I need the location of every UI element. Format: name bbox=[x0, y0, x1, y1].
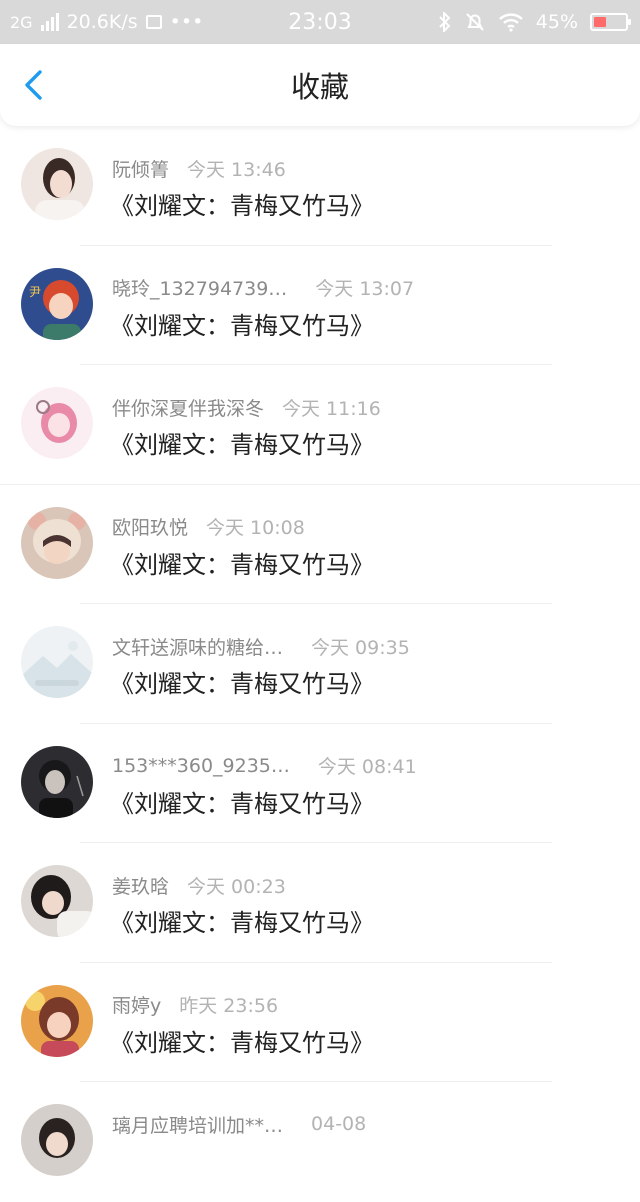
item-content[interactable]: 《刘耀文：青梅又竹马》 bbox=[110, 784, 374, 819]
item-meta: 伴你深夏伴我深冬 今天 11:16 bbox=[112, 394, 381, 421]
item-time: 今天 13:46 bbox=[187, 158, 286, 181]
avatar[interactable] bbox=[21, 745, 93, 818]
user-name[interactable]: 153***360_9235… bbox=[112, 755, 290, 777]
item-meta: 雨婷y 昨天 23:56 bbox=[112, 993, 278, 1017]
avatar[interactable] bbox=[21, 984, 93, 1057]
favorites-list: 阮倾箐 今天 13:46 《刘耀文：青梅又竹马》 尹 晓玲_132794739…… bbox=[0, 126, 640, 1202]
item-content[interactable]: 《刘耀文：青梅又竹马》 bbox=[110, 425, 374, 460]
list-item[interactable]: 伴你深夏伴我深冬 今天 11:16 《刘耀文：青梅又竹马》 bbox=[0, 365, 640, 485]
list-item[interactable]: 璃月应聘培训加**… 04-08 bbox=[0, 1082, 640, 1202]
user-name[interactable]: 欧阳玖悦 bbox=[112, 513, 188, 540]
user-name[interactable]: 姜玖晗 bbox=[112, 872, 169, 899]
list-item[interactable]: 欧阳玖悦 今天 10:08 《刘耀文：青梅又竹马》 bbox=[0, 485, 640, 604]
list-item[interactable]: 阮倾箐 今天 13:46 《刘耀文：青梅又竹马》 bbox=[0, 126, 640, 246]
item-time: 今天 08:41 bbox=[317, 756, 417, 778]
user-name[interactable]: 阮倾箐 bbox=[112, 155, 169, 182]
item-meta: 姜玖晗 今天 00:23 bbox=[112, 872, 286, 899]
list-item[interactable]: 雨婷y 昨天 23:56 《刘耀文：青梅又竹马》 bbox=[0, 963, 640, 1082]
nav-header: 收藏 bbox=[0, 44, 640, 126]
item-time: 今天 13:07 bbox=[315, 278, 415, 300]
item-content[interactable]: 《刘耀文：青梅又竹马》 bbox=[110, 664, 374, 699]
item-meta: 欧阳玖悦 今天 10:08 bbox=[112, 515, 305, 539]
item-time: 昨天 23:56 bbox=[179, 995, 279, 1017]
item-time: 今天 00:23 bbox=[187, 875, 286, 898]
status-bar: 2G 20.6K/s ••• 23:03 45% bbox=[0, 0, 640, 44]
item-time: 今天 10:08 bbox=[206, 517, 305, 539]
user-name[interactable]: 晓玲_132794739… bbox=[112, 274, 287, 301]
back-button[interactable] bbox=[18, 68, 52, 102]
item-time: 04-08 bbox=[311, 1113, 367, 1135]
item-meta: 晓玲_132794739… 今天 13:07 bbox=[112, 276, 414, 300]
avatar[interactable] bbox=[21, 148, 93, 220]
item-content[interactable]: 《刘耀文：青梅又竹马》 bbox=[110, 545, 374, 580]
battery-percent: 45% bbox=[535, 11, 578, 33]
list-item[interactable]: 文轩送源味的糖给… 今天 09:35 《刘耀文：青梅又竹马》 bbox=[0, 604, 640, 724]
avatar[interactable] bbox=[21, 506, 93, 579]
user-name[interactable]: 伴你深夏伴我深冬 bbox=[112, 394, 264, 421]
user-name[interactable]: 璃月应聘培训加**… bbox=[112, 1111, 283, 1138]
status-right: 45% bbox=[438, 0, 631, 44]
item-meta: 153***360_9235… 今天 08:41 bbox=[112, 754, 417, 779]
list-item[interactable]: 尹 晓玲_132794739… 今天 13:07 《刘耀文：青梅又竹马》 bbox=[0, 246, 640, 365]
item-content[interactable]: 《刘耀文：青梅又竹马》 bbox=[110, 903, 374, 938]
bluetooth-icon bbox=[439, 12, 451, 32]
item-meta: 文轩送源味的糖给… 今天 09:35 bbox=[112, 633, 410, 660]
item-meta: 璃月应聘培训加**… 04-08 bbox=[112, 1111, 367, 1138]
item-meta: 阮倾箐 今天 13:46 bbox=[112, 155, 286, 182]
item-time: 今天 09:35 bbox=[311, 636, 410, 659]
battery-icon bbox=[590, 13, 631, 31]
item-content[interactable]: 《刘耀文：青梅又竹马》 bbox=[110, 1023, 374, 1058]
avatar[interactable] bbox=[21, 1104, 93, 1176]
user-name[interactable]: 雨婷y bbox=[112, 991, 161, 1018]
list-item[interactable]: 姜玖晗 今天 00:23 《刘耀文：青梅又竹马》 bbox=[0, 843, 640, 963]
user-name[interactable]: 文轩送源味的糖给… bbox=[112, 633, 283, 660]
mute-bell-icon bbox=[466, 13, 484, 31]
svg-text:尹: 尹 bbox=[29, 285, 41, 299]
avatar[interactable] bbox=[21, 865, 93, 937]
list-item[interactable]: 153***360_9235… 今天 08:41 《刘耀文：青梅又竹马》 bbox=[0, 724, 640, 843]
wifi-icon bbox=[498, 13, 523, 32]
avatar[interactable]: 尹 bbox=[21, 267, 93, 340]
item-content[interactable]: 《刘耀文：青梅又竹马》 bbox=[110, 306, 374, 341]
avatar[interactable] bbox=[21, 626, 93, 698]
item-time: 今天 11:16 bbox=[282, 397, 381, 420]
avatar[interactable] bbox=[21, 387, 93, 459]
item-content[interactable]: 《刘耀文：青梅又竹马》 bbox=[110, 186, 374, 221]
page-title: 收藏 bbox=[290, 70, 349, 104]
chevron-left-icon bbox=[25, 70, 42, 100]
